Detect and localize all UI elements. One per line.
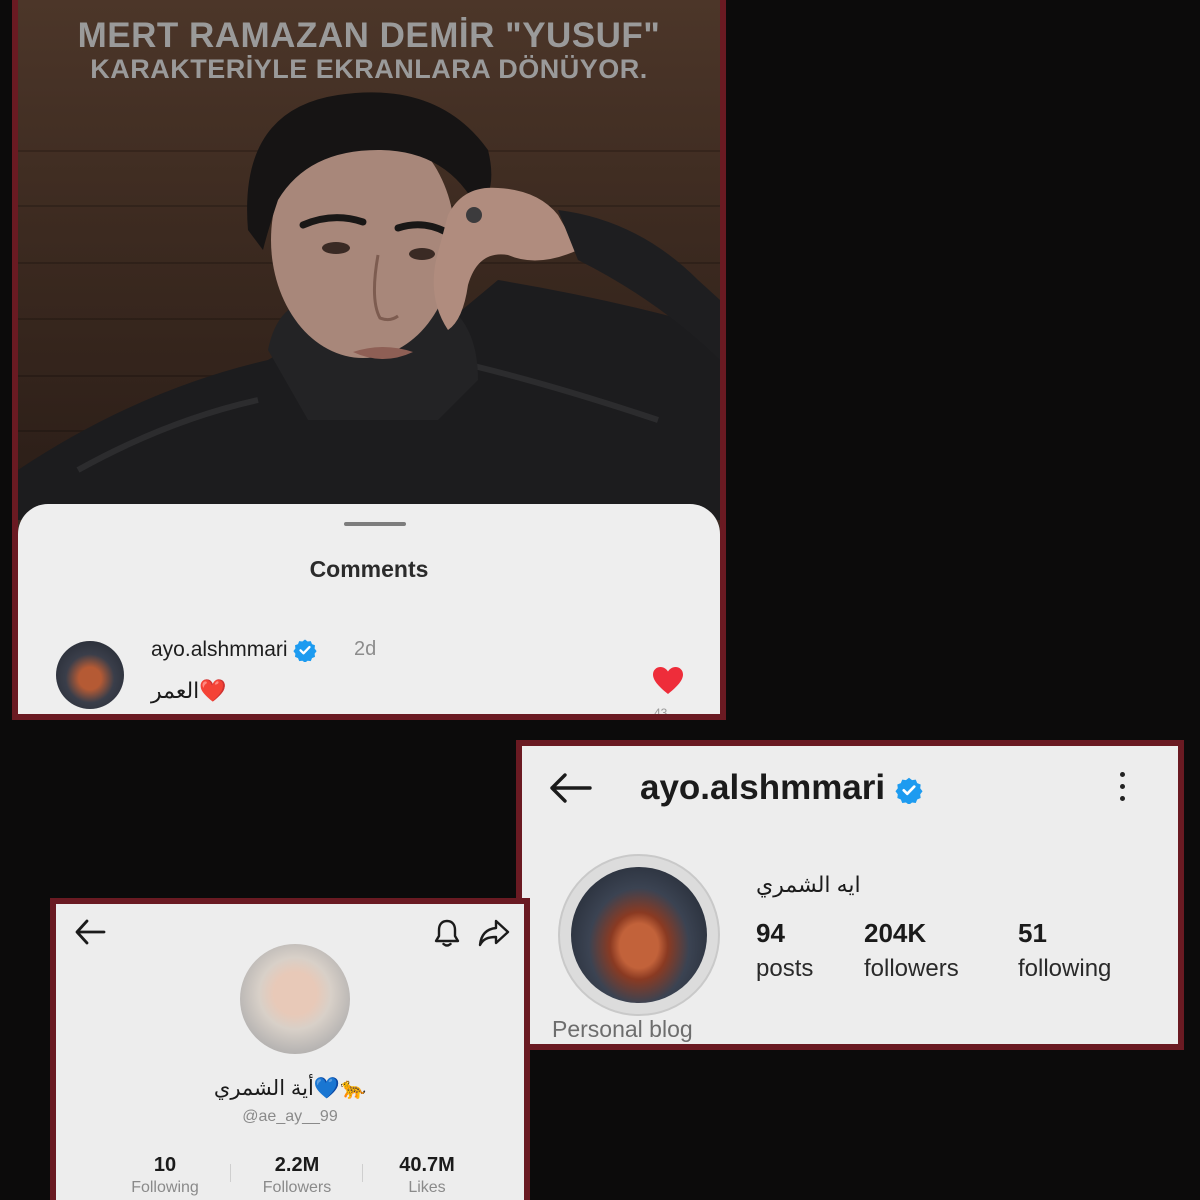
headline-line-1: MERT RAMAZAN DEMİR "YUSUF"	[77, 16, 661, 55]
comments-title: Comments	[309, 556, 429, 582]
verified-badge-icon	[895, 777, 923, 804]
share-icon[interactable]	[478, 918, 510, 948]
tiktok-stat-following[interactable]: 10 Following	[110, 1154, 220, 1197]
stat-posts[interactable]: 94 posts	[756, 918, 813, 983]
bell-icon[interactable]	[432, 918, 462, 948]
instagram-profile-screenshot: ayo.alshmmari ايه الشمري 94 posts 204K f…	[516, 740, 1184, 1050]
commenter-username[interactable]: ayo.alshmmari	[151, 638, 317, 663]
stat-posts-label: posts	[756, 955, 814, 982]
profile-avatar[interactable]	[571, 867, 707, 1003]
stat-followers-label: followers	[864, 955, 959, 982]
tiktok-avatar[interactable]	[240, 944, 350, 1054]
stat-posts-value: 94	[756, 918, 785, 948]
tiktok-stat-likes[interactable]: 40.7M Likes	[372, 1154, 482, 1197]
comment-text: العمر❤️	[151, 678, 227, 703]
stat-divider	[362, 1164, 363, 1182]
tiktok-followers-value: 2.2M	[274, 1154, 320, 1176]
heart-icon[interactable]	[652, 666, 684, 696]
post-photo: MERT RAMAZAN DEMİR "YUSUF" KARAKTERİYLE …	[18, 0, 720, 520]
comments-sheet: Comments ayo.alshmmari 2d العمر❤️ 43	[18, 504, 720, 714]
headline-line-2: KARAKTERİYLE EKRANLARA DÖNÜYOR.	[90, 54, 648, 84]
stat-following-value: 51	[1018, 918, 1047, 948]
tiktok-likes-label: Likes	[408, 1179, 446, 1196]
stat-followers[interactable]: 204K followers	[864, 918, 959, 983]
tiktok-stat-followers[interactable]: 2.2M Followers	[242, 1154, 352, 1197]
back-arrow-icon[interactable]	[74, 918, 106, 946]
verified-badge-icon	[293, 639, 317, 663]
commenter-avatar[interactable]	[56, 641, 124, 709]
back-arrow-icon[interactable]	[548, 772, 592, 804]
stat-following-label: following	[1018, 955, 1112, 982]
tiktok-profile-screenshot: أية الشمري💙🐆 @ae_ay__99 10 Following 2.2…	[50, 898, 530, 1200]
post-comments-screenshot: MERT RAMAZAN DEMİR "YUSUF" KARAKTERİYLE …	[12, 0, 726, 720]
tiktok-handle: @ae_ay__99	[242, 1108, 338, 1125]
tiktok-followers-label: Followers	[262, 1179, 332, 1196]
comment-time: 2d	[354, 638, 377, 660]
tiktok-following-label: Following	[131, 1179, 199, 1196]
profile-category: Personal blog	[552, 1016, 693, 1042]
profile-username: ayo.alshmmari	[640, 768, 923, 808]
stat-followers-value: 204K	[864, 918, 927, 948]
tiktok-following-value: 10	[153, 1154, 177, 1176]
more-vertical-icon[interactable]	[1116, 772, 1128, 808]
stat-divider	[230, 1164, 231, 1182]
profile-display-name: ايه الشمري	[756, 872, 861, 897]
comment-like-count: 43	[654, 706, 668, 720]
stat-following[interactable]: 51 following	[1018, 918, 1111, 983]
profile-avatar-ring[interactable]	[558, 854, 720, 1016]
tiktok-display-name: أية الشمري💙🐆	[213, 1077, 367, 1100]
profile-username-text: ayo.alshmmari	[640, 768, 886, 807]
commenter-username-text[interactable]: ayo.alshmmari	[151, 638, 288, 661]
sheet-drag-handle[interactable]	[344, 522, 406, 526]
tiktok-likes-value: 40.7M	[399, 1154, 455, 1176]
